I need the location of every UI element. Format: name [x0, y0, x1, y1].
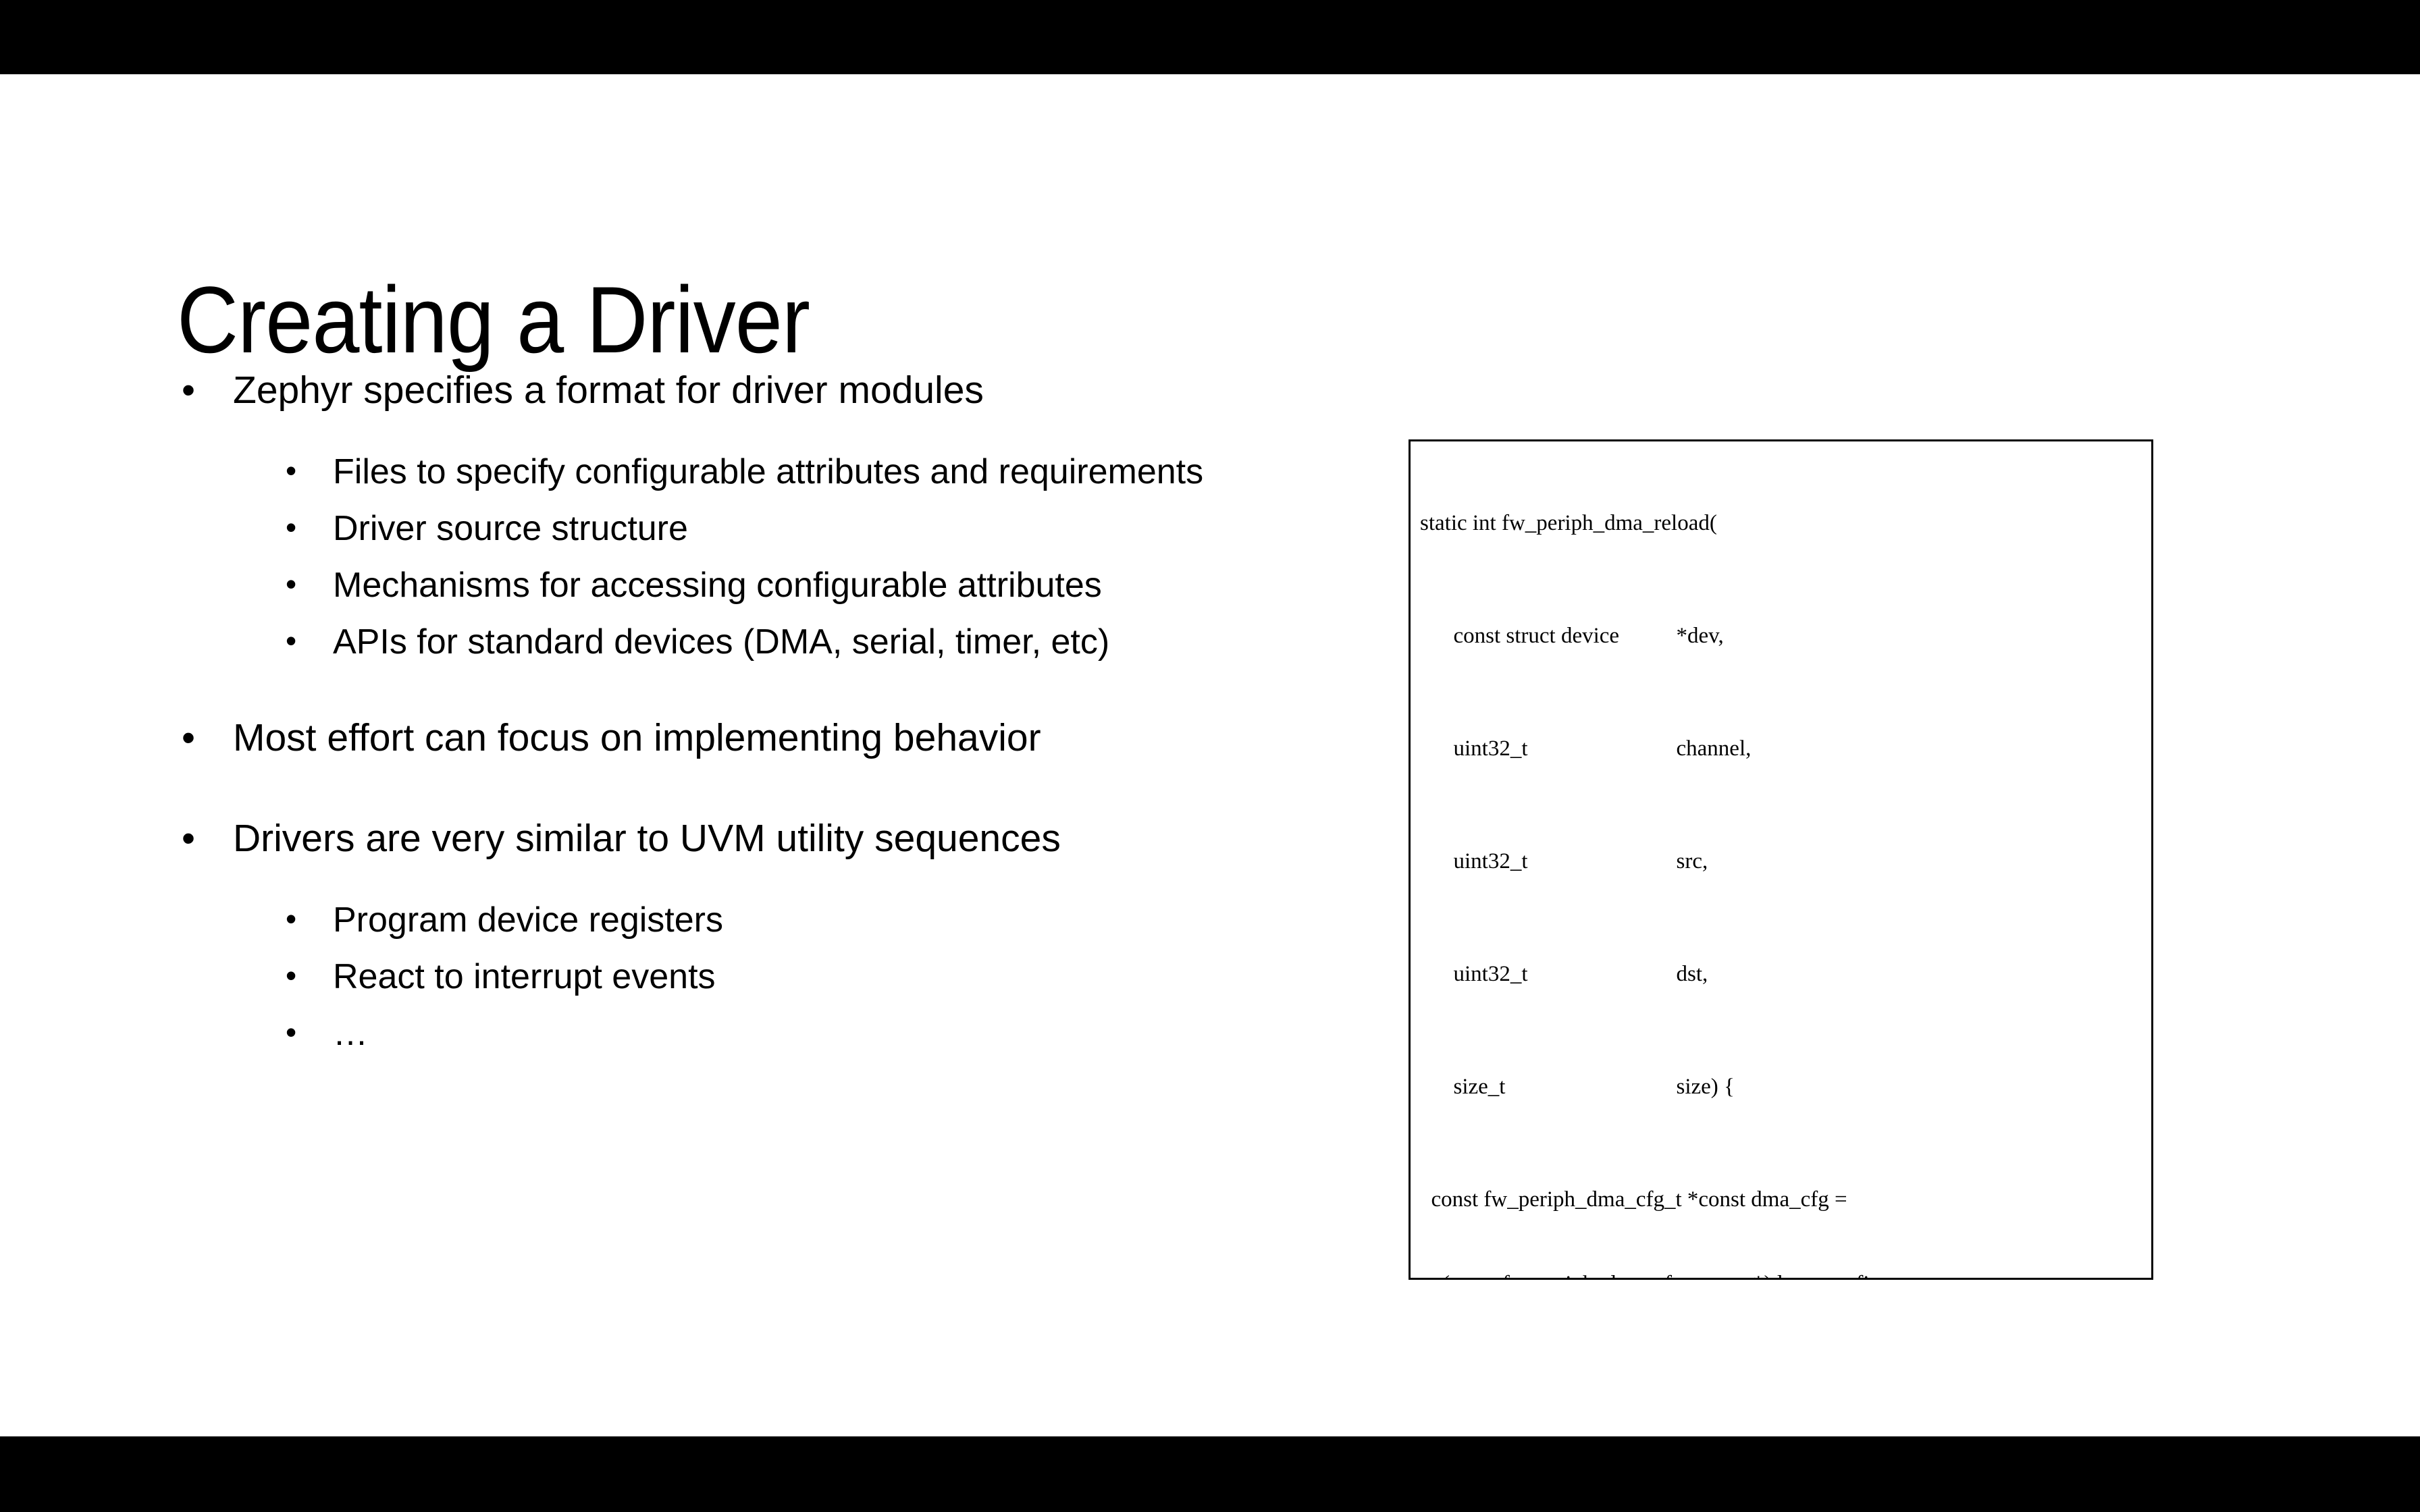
slide-frame: Creating a Driver • Zephyr specifies a f… [0, 0, 2420, 1512]
list-item-label: Driver source structure [333, 509, 688, 548]
list-item-label: APIs for standard devices (DMA, serial, … [333, 622, 1110, 662]
code-param-name: *dev, [1676, 624, 1724, 649]
bullet-marker-icon: • [182, 817, 195, 860]
code-line: (const fw_periph_dma_cfg_t const*)dev->c… [1420, 1270, 2145, 1278]
list-item: • Zephyr specifies a format for driver m… [172, 371, 1388, 410]
bullet-list: • Zephyr specifies a format for driver m… [172, 371, 1388, 1073]
bullet-marker-icon: • [286, 453, 297, 488]
list-item-label: React to interrupt events [333, 957, 716, 996]
bullet-marker-icon: • [286, 958, 297, 993]
page-title: Creating a Driver [177, 266, 810, 373]
code-line: const fw_periph_dma_cfg_t *const dma_cfg… [1420, 1187, 1847, 1212]
slide-canvas: Creating a Driver • Zephyr specifies a f… [0, 74, 2420, 1436]
bullet-marker-icon: • [286, 901, 297, 936]
list-item: • Most effort can focus on implementing … [172, 719, 1388, 757]
list-item: • Driver source structure [172, 511, 1388, 546]
list-item: • React to interrupt events [172, 959, 1388, 994]
bullet-marker-icon: • [286, 510, 297, 545]
code-line: uint32_t dst, [1420, 961, 2145, 989]
letterbox-top [0, 0, 2420, 74]
code-line: const struct device *dev, [1420, 622, 2145, 651]
list-item-label: Mechanisms for accessing configurable at… [333, 566, 1102, 605]
code-param-type: uint32_t [1453, 849, 1528, 874]
code-snippet-box: static int fw_periph_dma_reload( const s… [1409, 439, 2153, 1280]
list-item-label: Zephyr specifies a format for driver mod… [233, 369, 984, 412]
list-item-label: Files to specify configurable attributes… [333, 452, 1204, 491]
code-line: size_t size) { [1420, 1073, 2145, 1102]
list-item-label: Most effort can focus on implementing be… [233, 716, 1041, 759]
list-item: • APIs for standard devices (DMA, serial… [172, 624, 1388, 659]
list-item: • Files to specify configurable attribut… [172, 454, 1388, 489]
code-param-name: src, [1676, 849, 1708, 874]
list-item: • Drivers are very similar to UVM utilit… [172, 819, 1388, 858]
list-item: • … [172, 1016, 1388, 1051]
code-param-type: uint32_t [1453, 736, 1528, 761]
code-line: static int fw_periph_dma_reload( [1420, 511, 1717, 536]
code-line: uint32_t src, [1420, 848, 2145, 876]
code-param-type: uint32_t [1453, 962, 1528, 987]
bullet-marker-icon: • [182, 369, 195, 412]
list-item-label: … [333, 1014, 368, 1053]
list-item-label: Program device registers [333, 900, 723, 940]
code-param-name: channel, [1676, 736, 1752, 761]
code-param-type: const struct device [1453, 624, 1620, 649]
bullet-marker-icon: • [286, 566, 297, 601]
list-item: • Program device registers [172, 902, 1388, 938]
list-item: • Mechanisms for accessing configurable … [172, 568, 1388, 603]
letterbox-bottom [0, 1436, 2420, 1512]
code-listing: static int fw_periph_dma_reload( const s… [1411, 441, 2151, 1278]
list-item-label: Drivers are very similar to UVM utility … [233, 817, 1061, 860]
code-param-name: dst, [1676, 962, 1708, 987]
code-param-name: size) { [1676, 1075, 1735, 1100]
code-param-type: size_t [1453, 1075, 1506, 1100]
code-line: uint32_t channel, [1420, 735, 2145, 763]
bullet-marker-icon: • [182, 716, 195, 759]
bullet-marker-icon: • [286, 623, 297, 658]
bullet-marker-icon: • [286, 1015, 297, 1050]
